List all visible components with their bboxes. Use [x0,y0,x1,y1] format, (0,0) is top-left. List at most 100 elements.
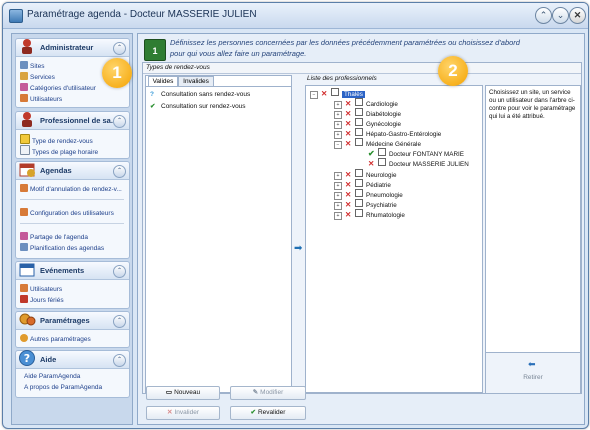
help-text: Choisissez un site, un service ou un uti… [489,89,576,120]
pros-tree: − ✕ Thalès + ✕ Cardiologie + ✕ Diabétologie + ✕… [305,85,483,393]
tree-checkbox[interactable] [355,138,363,146]
tree-checkbox[interactable] [378,158,386,166]
sidebar-item-types-plage[interactable]: Types de plage horaire [20,145,98,156]
types-panel: Valides Invalides ? Consultation sans ren… [145,75,292,393]
agenda-icon [19,163,35,177]
cancel-reason-icon [20,184,28,192]
sidebar-item-utilisateurs[interactable]: Utilisateurs [20,94,62,103]
collapse-icon[interactable]: − [334,141,342,149]
sidebar-item-jours-feries[interactable]: Jours fériés [20,295,64,304]
retirer-button[interactable]: ⬅ Retirer [486,352,580,393]
sidebar-item-services[interactable]: Services [20,72,55,81]
minimize-button[interactable]: ⌃ [535,7,552,24]
list-item[interactable]: ✔ Consultation sur rendez-vous [150,102,246,110]
window-title: Paramétrage agenda - Docteur MASSERIE JU… [27,9,257,20]
sidebar-item-event-utilisateurs[interactable]: Utilisateurs [20,284,62,293]
help-panel: Choisissez un site, un service ou un uti… [485,85,581,393]
sidebar-item-planification[interactable]: Planification des agendas [20,243,104,252]
panel-header[interactable]: Professionnel de sa... ⌃ [16,112,129,130]
x-icon: ✕ [345,190,352,199]
appointment-type-icon [20,134,30,144]
tree-item[interactable]: + ✕ Rhumatologie [334,209,405,220]
tree-checkbox[interactable] [355,128,363,136]
check-icon: ✔ [368,149,375,158]
x-icon: ✕ [345,139,352,148]
tree-checkbox[interactable] [355,209,363,217]
collapse-icon[interactable]: ⌃ [113,315,126,328]
check-icon: ✔ [150,103,156,110]
panel-aide: ? Aide ⌃ Aide ParamAgenda A propos de Pa… [15,350,130,398]
list-item[interactable]: ? Consultation sans rendez-vous [150,91,250,98]
nouveau-button[interactable]: ▭ Nouveau [146,386,220,400]
panel-title: Aide [40,355,57,364]
user-config-icon [20,208,28,216]
tree-checkbox[interactable] [378,148,386,156]
x-icon: ✕ [345,200,352,209]
invalider-button[interactable]: ✕ Invalider [146,406,220,420]
instructions-text: Définissez les personnes concernées par … [170,38,520,58]
panel-header[interactable]: ? Aide ⌃ [16,350,129,369]
section-title: Types de rendez-vous [146,64,210,71]
panel-agendas: Agendas ⌃ Motif d'annulation de rendez-v… [15,161,130,259]
maximize-button[interactable]: ⌄ [552,7,569,24]
collapse-icon[interactable]: − [310,91,318,99]
users-icon [20,94,28,102]
sidebar-item-categories[interactable]: Catégories d'utilisateur [20,83,96,92]
section-header: Types de rendez-vous [143,63,581,74]
tree-checkbox[interactable] [355,199,363,207]
collapse-icon[interactable]: ⌃ [113,42,126,55]
schedule-icon [20,243,28,251]
collapse-icon[interactable]: ⌃ [113,265,126,278]
x-icon: ✕ [345,180,352,189]
sidebar-item-aide[interactable]: Aide ParamAgenda [24,373,80,380]
close-button[interactable]: ✕ [569,7,586,24]
sidebar-item-motif-annulation[interactable]: Motif d'annulation de rendez-v... [20,184,122,193]
panel-professionnel: Professionnel de sa... ⌃ Type de rendez-… [15,111,130,159]
sidebar-item-a-propos[interactable]: A propos de ParamAgenda [24,384,102,391]
assign-arrow-icon[interactable]: ➡ [294,243,302,254]
collapse-icon[interactable]: ⌃ [113,165,126,178]
tree-checkbox[interactable] [331,88,339,96]
x-icon: ✕ [345,170,352,179]
types-list: ? Consultation sans rendez-vous ✔ Consulta… [146,86,291,392]
expand-icon[interactable]: + [334,212,342,220]
tree-leaf[interactable]: ✕ Docteur MASSERIE JULIEN [368,158,469,168]
admin-user-icon [22,39,32,54]
panel-header[interactable]: Agendas ⌃ [16,162,129,180]
arrow-left-icon: ⬅ [528,359,536,369]
x-icon: ✕ [345,129,352,138]
sites-icon [20,61,28,69]
panel-evenements: Evénements ⌃ Utilisateurs Jours fériés [15,261,130,309]
sidebar-item-sites[interactable]: Sites [20,61,44,70]
sidebar-item-autres-parametrages[interactable]: Autres paramétrages [20,334,91,343]
check-icon: ✔ [250,409,256,416]
divider [20,223,124,224]
gear-icon [20,334,28,342]
tree-checkbox[interactable] [355,98,363,106]
app-window: Paramétrage agenda - Docteur MASSERIE JU… [2,2,589,429]
doctor-icon [22,112,32,127]
callout-badge-1: 1 [102,58,132,88]
tree-checkbox[interactable] [355,169,363,177]
tree-leaf[interactable]: ✔ Docteur FONTANY MARIE [368,148,464,158]
panel-title: Agendas [40,166,72,175]
revalider-button[interactable]: ✔ Revalider [230,406,306,420]
x-icon: ✕ [368,159,375,168]
tree-checkbox[interactable] [355,108,363,116]
tree-checkbox[interactable] [355,189,363,197]
x-icon: ✕ [345,99,352,108]
sidebar-item-partage[interactable]: Partage de l'agenda [20,232,88,241]
panel-title: Evénements [40,266,85,275]
tree-checkbox[interactable] [355,118,363,126]
collapse-icon[interactable]: ⌃ [113,115,126,128]
panel-title: Professionnel de sa... [40,116,118,125]
panel-header[interactable]: Administrateur ⌃ [16,39,129,57]
modifier-button[interactable]: ✎ Modifier [230,386,306,400]
tree-checkbox[interactable] [355,179,363,187]
x-icon: ✕ [345,210,352,219]
panel-header[interactable]: Paramétrages ⌃ [16,312,129,330]
panel-header[interactable]: Evénements ⌃ [16,262,129,280]
sidebar-item-type-rdv[interactable]: Type de rendez-vous [20,134,93,145]
collapse-icon[interactable]: ⌃ [113,354,126,367]
sidebar-item-config-utilisateurs[interactable]: Configuration des utilisateurs [20,208,114,217]
